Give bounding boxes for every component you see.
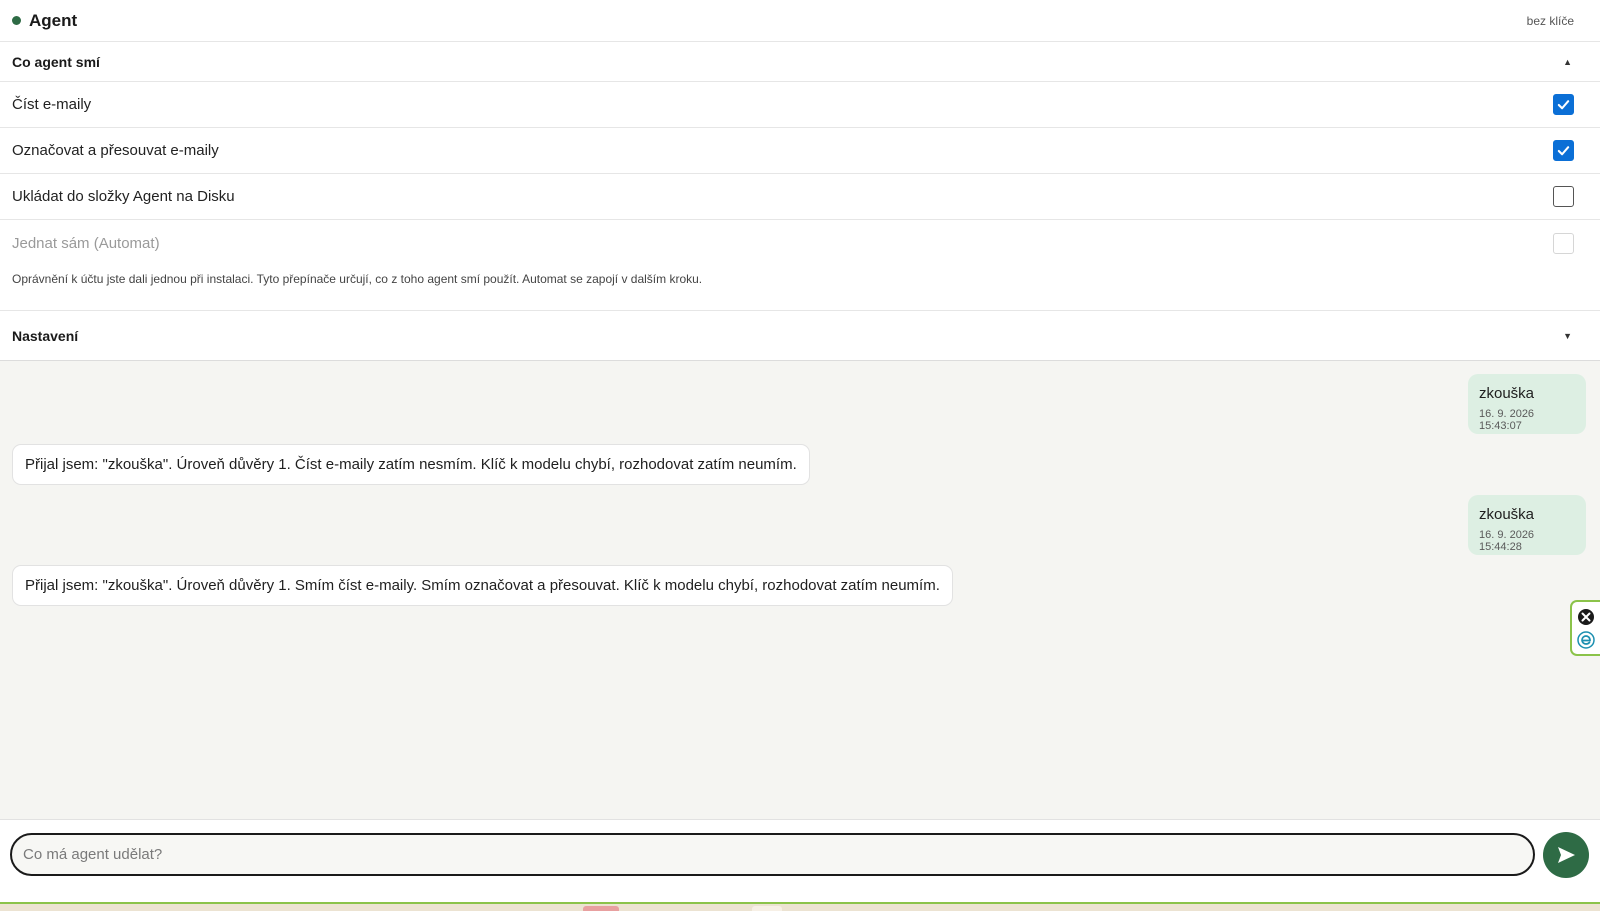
permission-checkbox-read-emails[interactable] — [1553, 94, 1574, 115]
send-icon — [1558, 847, 1575, 863]
permission-label: Jednat sám (Automat) — [12, 234, 160, 252]
permission-label: Označovat a přesouvat e-maily — [12, 142, 219, 159]
permission-checkbox-label-move-emails[interactable] — [1553, 140, 1574, 161]
user-message: zkouška 16. 9. 2026 15:43:07 — [1468, 374, 1586, 434]
key-status-label: bez klíče — [1526, 13, 1574, 28]
user-message-text: zkouška — [1479, 385, 1535, 402]
bottom-strip — [0, 902, 1600, 911]
user-message: zkouška 16. 9. 2026 15:44:28 — [1468, 495, 1586, 555]
taskbar-mark — [752, 906, 782, 911]
app-title: Agent — [29, 10, 78, 30]
permission-label: Číst e-maily — [12, 96, 92, 113]
message-timestamp: 16. 9. 2026 15:43:07 — [1479, 408, 1535, 432]
app-header: Agent bez klíče — [0, 0, 1600, 42]
settings-section-toggle[interactable]: Nastavení ▼ — [0, 310, 1600, 361]
send-button[interactable] — [1543, 832, 1589, 878]
caret-down-icon: ▼ — [1563, 330, 1572, 341]
chat-input[interactable] — [10, 833, 1535, 876]
settings-section-title: Nastavení — [12, 327, 79, 344]
status-dot-icon — [12, 16, 21, 25]
agent-message: Přijal jsem: "zkouška". Úroveň důvěry 1.… — [12, 444, 810, 485]
permissions-section-title: Co agent smí — [12, 53, 100, 70]
taskbar-mark — [583, 906, 619, 911]
permission-row-read-emails[interactable]: Číst e-maily — [0, 82, 1600, 128]
permission-row-save-to-drive[interactable]: Ukládat do složky Agent na Disku — [0, 174, 1600, 220]
permissions-section-toggle[interactable]: Co agent smí ▲ — [0, 42, 1600, 82]
side-widget — [1570, 600, 1600, 656]
permission-label: Ukládat do složky Agent na Disku — [12, 188, 235, 205]
permission-checkbox-save-to-drive[interactable] — [1553, 186, 1574, 207]
checkmark-icon — [1557, 100, 1570, 110]
caret-up-icon: ▲ — [1563, 56, 1572, 67]
permission-row-label-move-emails[interactable]: Označovat a přesouvat e-maily — [0, 128, 1600, 174]
close-circle-icon[interactable] — [1577, 608, 1595, 626]
permission-checkbox-automat — [1553, 232, 1574, 254]
composer — [0, 819, 1600, 904]
e-logo-icon[interactable] — [1577, 630, 1595, 649]
user-message-text: zkouška — [1479, 506, 1535, 523]
checkmark-icon — [1557, 146, 1570, 156]
message-timestamp: 16. 9. 2026 15:44:28 — [1479, 529, 1535, 553]
chat-area[interactable]: zkouška 16. 9. 2026 15:43:07 Přijal jsem… — [0, 361, 1600, 819]
permissions-note: Oprávnění k účtu jste dali jednou při in… — [12, 272, 703, 286]
agent-app: Agent bez klíče Co agent smí ▲ Číst e-ma… — [0, 0, 1600, 911]
agent-message: Přijal jsem: "zkouška". Úroveň důvěry 1.… — [12, 565, 953, 606]
permission-row-automat: Jednat sám (Automat) — [0, 220, 1600, 266]
